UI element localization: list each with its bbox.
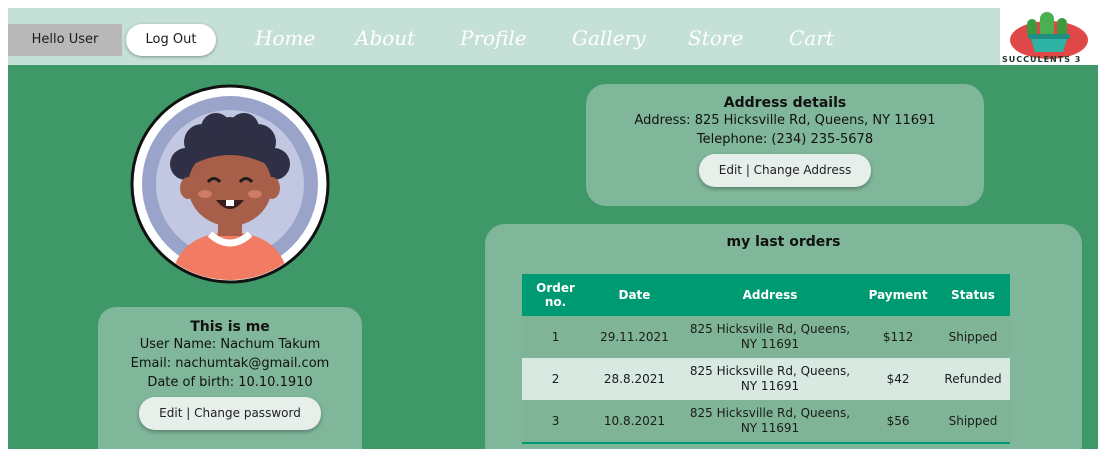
- order-payment-cell: $42: [860, 358, 937, 400]
- profile-card: This is me User Name: Nachum Takum Email…: [98, 307, 362, 449]
- greeting-badge: Hello User: [8, 24, 122, 56]
- change-address-button[interactable]: Edit | Change Address: [698, 154, 872, 187]
- nav-gallery[interactable]: Gallery: [572, 23, 645, 53]
- col-order-no: Order no.: [522, 274, 590, 316]
- profile-title: This is me: [190, 319, 270, 335]
- avatar: [130, 84, 330, 284]
- order-date-cell: 29.11.2021: [589, 316, 680, 358]
- order-payment-cell: $112: [860, 316, 937, 358]
- order-payment-cell: $56: [860, 400, 937, 444]
- col-status: Status: [936, 274, 1010, 316]
- navbar: Hello User Log Out Home About Profile Ga…: [8, 8, 1098, 65]
- order-address-cell: 825 Hicksville Rd, Queens, NY 11691: [679, 400, 861, 444]
- orders-header-row: Order no. Date Address Payment Status: [522, 274, 1010, 316]
- col-address: Address: [679, 274, 861, 316]
- address-line: Address: 825 Hicksville Rd, Queens, NY 1…: [634, 113, 936, 128]
- site-logo[interactable]: SUCCULENTS 3: [1000, 8, 1098, 65]
- logo-text: SUCCULENTS 3: [1002, 55, 1082, 64]
- nav-home[interactable]: Home: [255, 23, 315, 53]
- table-row[interactable]: 3 10.8.2021 825 Hicksville Rd, Queens, N…: [522, 400, 1010, 444]
- change-password-button[interactable]: Edit | Change password: [139, 397, 321, 430]
- nav-store[interactable]: Store: [688, 23, 743, 53]
- order-status-cell: Refunded: [936, 358, 1010, 400]
- orders-card: my last orders Order no. Date Address Pa…: [485, 224, 1082, 449]
- order-no-cell: 2: [522, 358, 590, 400]
- order-status-cell: Shipped: [936, 316, 1010, 358]
- address-card: Address details Address: 825 Hicksville …: [586, 84, 984, 206]
- user-avatar-icon: [130, 84, 330, 284]
- telephone-line: Telephone: (234) 235-5678: [696, 132, 874, 147]
- order-address-cell: 825 Hicksville Rd, Queens, NY 11691: [679, 316, 861, 358]
- orders-table: Order no. Date Address Payment Status 1 …: [522, 274, 1010, 444]
- order-status-cell: Shipped: [936, 400, 1010, 444]
- nav-cart[interactable]: Cart: [789, 23, 834, 53]
- table-row[interactable]: 2 28.8.2021 825 Hicksville Rd, Queens, N…: [522, 358, 1010, 400]
- order-date-cell: 10.8.2021: [589, 400, 680, 444]
- profile-user-name: User Name: Nachum Takum: [139, 337, 321, 352]
- nav-about[interactable]: About: [355, 23, 415, 53]
- order-address-cell: 825 Hicksville Rd, Queens, NY 11691: [679, 358, 861, 400]
- profile-email: Email: nachumtak@gmail.com: [130, 356, 330, 371]
- profile-dob: Date of birth: 10.10.1910: [147, 375, 313, 390]
- address-title: Address details: [723, 95, 847, 111]
- logout-button[interactable]: Log Out: [126, 24, 216, 56]
- col-payment: Payment: [860, 274, 937, 316]
- orders-title: my last orders: [726, 234, 841, 250]
- table-row[interactable]: 1 29.11.2021 825 Hicksville Rd, Queens, …: [522, 316, 1010, 358]
- app-frame: Hello User Log Out Home About Profile Ga…: [8, 8, 1098, 449]
- order-date-cell: 28.8.2021: [589, 358, 680, 400]
- nav-profile[interactable]: Profile: [460, 23, 527, 53]
- col-date: Date: [589, 274, 680, 316]
- order-no-cell: 3: [522, 400, 590, 444]
- order-no-cell: 1: [522, 316, 590, 358]
